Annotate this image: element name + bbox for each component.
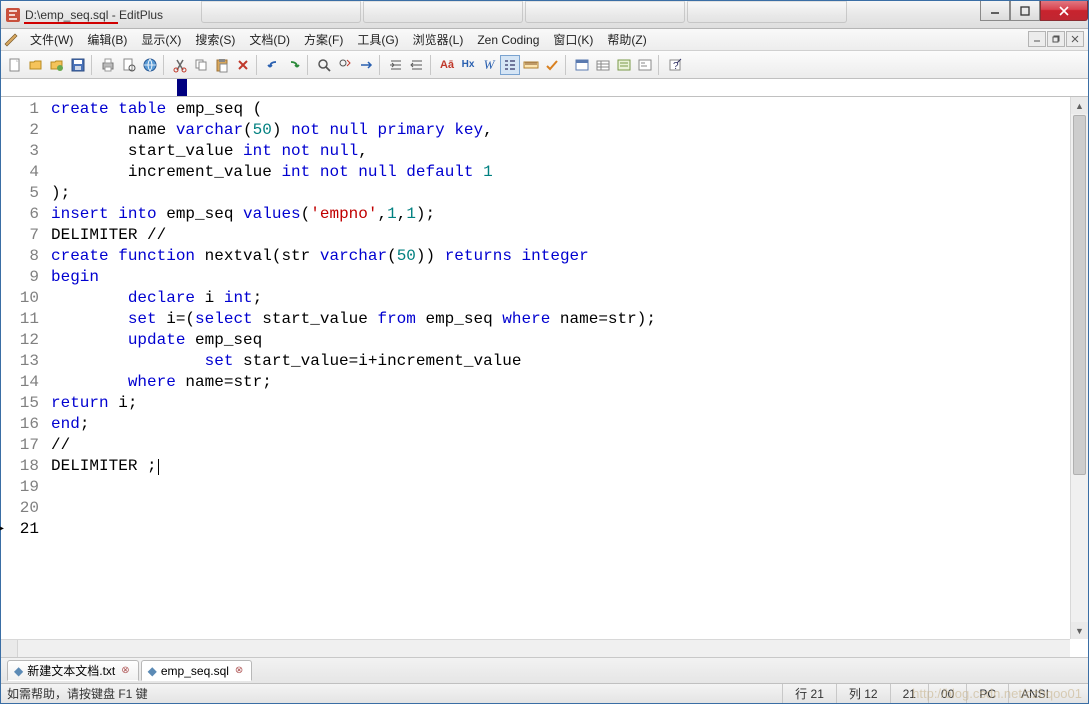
code-area[interactable]: create table emp_seq ( name varchar(50) … xyxy=(51,97,1088,657)
line-gutter: 123456789101112131415161718192021 xyxy=(1,97,51,657)
app-icon xyxy=(5,7,21,23)
browser-icon[interactable] xyxy=(140,55,160,75)
background-tabs xyxy=(201,1,847,25)
copy-icon[interactable] xyxy=(191,55,211,75)
bg-tab xyxy=(525,1,685,23)
menu-window[interactable]: 窗口(K) xyxy=(546,29,600,50)
status-col: 列 12 xyxy=(836,684,890,703)
mdi-minimize-button[interactable] xyxy=(1028,31,1046,47)
bg-tab xyxy=(363,1,523,23)
separator xyxy=(658,55,662,75)
delete-icon[interactable] xyxy=(233,55,253,75)
menu-document[interactable]: 文档(D) xyxy=(242,29,297,50)
tab-label: 新建文本文档.txt xyxy=(27,662,115,679)
ruler: ----+----1----+----2----+----3----+----4… xyxy=(1,79,1088,97)
goto-icon[interactable] xyxy=(356,55,376,75)
mdi-restore-button[interactable] xyxy=(1047,31,1065,47)
find-icon[interactable] xyxy=(314,55,334,75)
title-bar: D:\emp_seq.sql - EditPlus xyxy=(1,1,1088,29)
print-preview-icon[interactable] xyxy=(119,55,139,75)
menu-project[interactable]: 方案(F) xyxy=(297,29,350,50)
open-remote-icon[interactable] xyxy=(47,55,67,75)
window-controls xyxy=(980,1,1088,21)
paste-icon[interactable] xyxy=(212,55,232,75)
save-icon[interactable] xyxy=(68,55,88,75)
print-icon[interactable] xyxy=(98,55,118,75)
title-underline xyxy=(24,22,118,24)
separator xyxy=(163,55,167,75)
bg-tab xyxy=(687,1,847,23)
outdent-icon[interactable] xyxy=(407,55,427,75)
ruler-caret xyxy=(177,79,187,97)
window-list-icon[interactable] xyxy=(572,55,592,75)
cut-icon[interactable] xyxy=(170,55,190,75)
brush-icon[interactable] xyxy=(3,32,19,48)
menu-search[interactable]: 搜索(S) xyxy=(188,29,242,50)
undo-icon[interactable] xyxy=(263,55,283,75)
line-number-icon[interactable] xyxy=(500,55,520,75)
wrap-icon[interactable]: W xyxy=(479,55,499,75)
menu-browser[interactable]: 浏览器(L) xyxy=(406,29,471,50)
separator xyxy=(256,55,260,75)
separator xyxy=(565,55,569,75)
menu-view[interactable]: 显示(X) xyxy=(134,29,188,50)
status-zero: 00 xyxy=(928,684,966,703)
doc-tab-2[interactable]: ◆ emp_seq.sql ⊗ xyxy=(141,660,253,681)
doc-tab-1[interactable]: ◆ 新建文本文档.txt ⊗ xyxy=(7,660,139,681)
tab-close-icon[interactable]: ⊗ xyxy=(121,665,129,676)
window-title: D:\emp_seq.sql - EditPlus xyxy=(25,8,163,22)
directory-icon[interactable] xyxy=(593,55,613,75)
status-count: 21 xyxy=(890,684,928,703)
font-aa-icon[interactable]: Aā xyxy=(437,55,457,75)
open-file-icon[interactable] xyxy=(26,55,46,75)
status-help: 如需帮助，请按键盘 F1 键 xyxy=(1,685,782,702)
status-bar: 如需帮助，请按键盘 F1 键 行 21 列 12 21 00 PC ANSI xyxy=(1,683,1088,703)
status-mode: PC xyxy=(966,684,1008,703)
menu-bar: 文件(W) 编辑(B) 显示(X) 搜索(S) 文档(D) 方案(F) 工具(G… xyxy=(1,29,1088,51)
maximize-button[interactable] xyxy=(1010,1,1040,21)
status-line: 行 21 xyxy=(782,684,836,703)
horizontal-scrollbar[interactable] xyxy=(1,639,1070,657)
svg-text:?: ? xyxy=(673,61,679,72)
separator xyxy=(91,55,95,75)
tab-label: emp_seq.sql xyxy=(161,664,229,678)
ruler-icon[interactable] xyxy=(521,55,541,75)
editor[interactable]: 123456789101112131415161718192021 create… xyxy=(1,97,1088,657)
indent-icon[interactable] xyxy=(386,55,406,75)
mdi-close-button[interactable] xyxy=(1066,31,1084,47)
separator xyxy=(430,55,434,75)
minimize-button[interactable] xyxy=(980,1,1010,21)
menu-file[interactable]: 文件(W) xyxy=(23,29,80,50)
status-encoding: ANSI xyxy=(1008,684,1088,703)
cliptext-icon[interactable] xyxy=(614,55,634,75)
spell-check-icon[interactable] xyxy=(542,55,562,75)
scroll-corner xyxy=(1,640,18,657)
tab-close-icon[interactable]: ⊗ xyxy=(235,665,243,676)
close-button[interactable] xyxy=(1040,1,1088,21)
new-file-icon[interactable] xyxy=(5,55,25,75)
hex-icon[interactable]: Hx xyxy=(458,55,478,75)
replace-icon[interactable] xyxy=(335,55,355,75)
help-icon[interactable]: ? xyxy=(665,55,685,75)
separator xyxy=(379,55,383,75)
file-icon: ◆ xyxy=(148,664,157,678)
redo-icon[interactable] xyxy=(284,55,304,75)
menu-help[interactable]: 帮助(Z) xyxy=(600,29,653,50)
vertical-scrollbar[interactable]: ▲ ▼ xyxy=(1070,97,1088,639)
file-icon: ◆ xyxy=(14,664,23,678)
scroll-down-arrow[interactable]: ▼ xyxy=(1071,622,1088,639)
menu-tools[interactable]: 工具(G) xyxy=(350,29,405,50)
toolbar: Aā Hx W ? xyxy=(1,51,1088,79)
document-tab-bar: ◆ 新建文本文档.txt ⊗ ◆ emp_seq.sql ⊗ xyxy=(1,657,1088,683)
bg-tab xyxy=(201,1,361,23)
scroll-up-arrow[interactable]: ▲ xyxy=(1071,97,1088,114)
menu-zen[interactable]: Zen Coding xyxy=(470,31,546,49)
mdi-controls xyxy=(1028,31,1084,47)
output-icon[interactable] xyxy=(635,55,655,75)
scroll-thumb[interactable] xyxy=(1073,115,1086,475)
menu-edit[interactable]: 编辑(B) xyxy=(80,29,134,50)
separator xyxy=(307,55,311,75)
